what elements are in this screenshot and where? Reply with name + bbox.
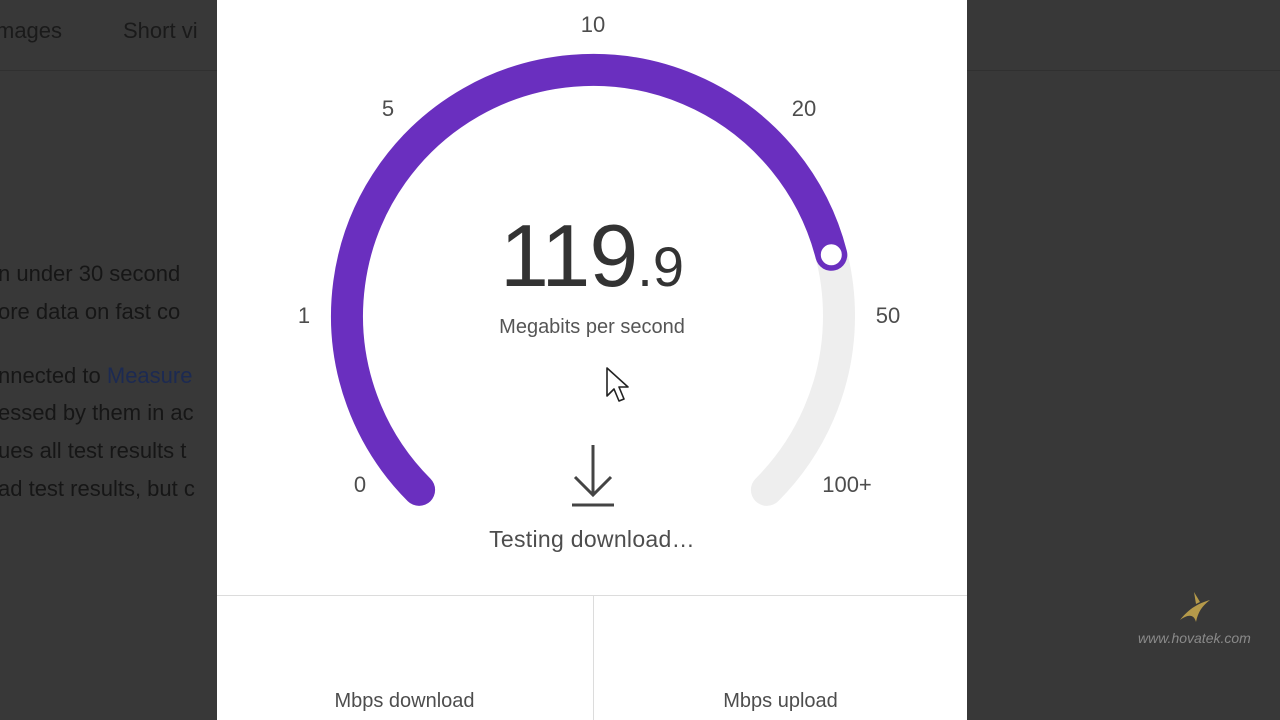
- background-text-line: ore data on fast co: [0, 299, 181, 324]
- speed-readout: 119.9: [217, 205, 967, 307]
- background-text-line: n under 30 second: [0, 261, 181, 286]
- speed-test-card: 0 1 5 10 20 50 100+ 119.9 Megabits per s…: [217, 0, 967, 720]
- background-text-line: essed by them in ac: [0, 400, 194, 425]
- gauge-tick-label: 100+: [822, 472, 872, 497]
- speed-gauge: [331, 53, 855, 506]
- tab-images[interactable]: mages: [0, 18, 62, 44]
- hovatek-logo-icon: [1180, 592, 1210, 622]
- gauge-tick-label: 10: [580, 12, 606, 37]
- speed-unit-label: Megabits per second: [499, 316, 685, 338]
- speed-value-decimal: .9: [637, 235, 684, 298]
- results-divider: [217, 595, 967, 596]
- screen: mages Short vi n under 30 second ore dat…: [0, 0, 1280, 720]
- test-status-text: Testing download…: [489, 526, 695, 552]
- watermark-text: www.hovatek.com: [1138, 630, 1251, 646]
- measurement-lab-link[interactable]: Measure: [107, 363, 193, 388]
- background-text-segment: nnected to: [0, 363, 107, 388]
- background-text-line: ues all test results t: [0, 438, 187, 463]
- upload-result-label: Mbps upload: [723, 690, 838, 712]
- download-arrow-icon: [572, 445, 614, 507]
- gauge-tick-label: 5: [381, 96, 395, 121]
- background-text-line: nnected to Measure: [0, 363, 192, 389]
- speed-value-integer: 119: [500, 206, 638, 305]
- background-text-line: ad test results, but c: [0, 476, 195, 501]
- download-result-label: Mbps download: [334, 690, 475, 712]
- gauge-tick-label: 20: [791, 96, 817, 121]
- tab-short-videos[interactable]: Short vi: [123, 18, 198, 44]
- mouse-pointer-icon: [606, 367, 629, 402]
- gauge-tick-label: 0: [353, 472, 367, 497]
